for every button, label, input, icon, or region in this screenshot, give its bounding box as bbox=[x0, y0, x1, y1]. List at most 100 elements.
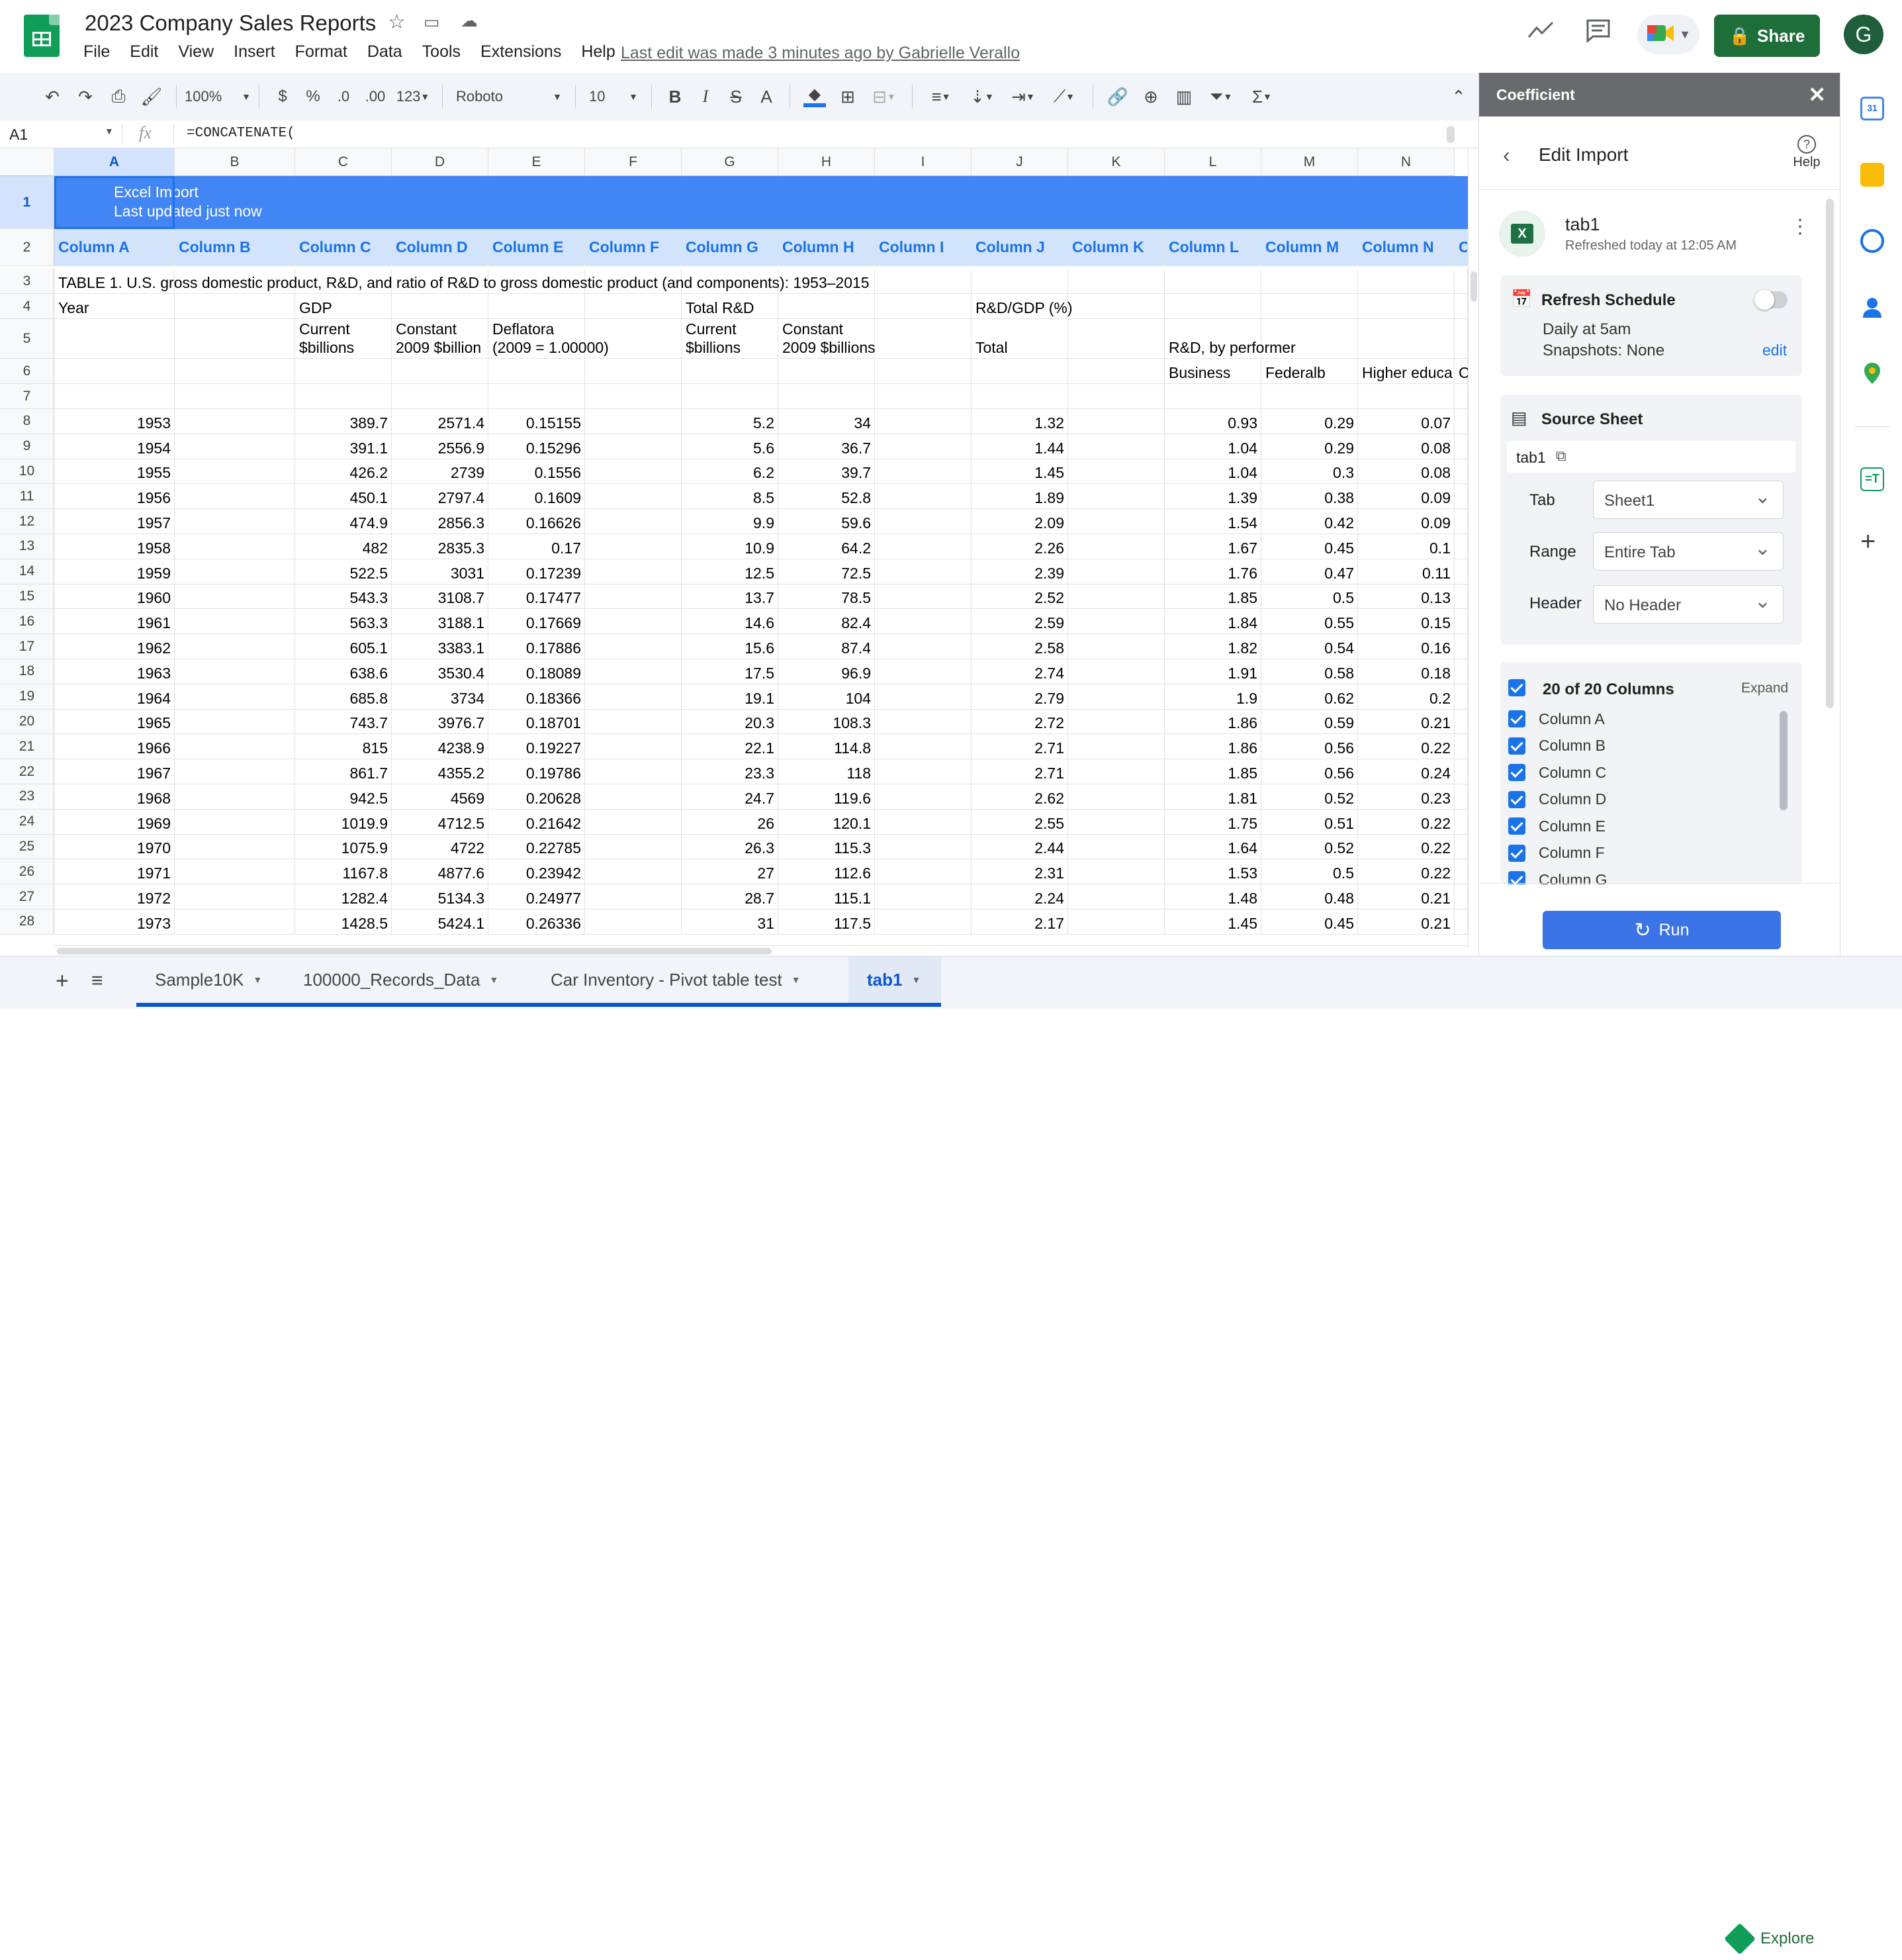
data-cell[interactable]: 0.17239 bbox=[488, 559, 585, 584]
data-cell[interactable]: 36.7 bbox=[778, 434, 875, 459]
deflator-cell[interactable]: Deflatora (2009 = 1.00000) bbox=[488, 319, 680, 359]
row-header-13[interactable]: 13 bbox=[0, 534, 54, 559]
data-cell[interactable]: 104 bbox=[778, 684, 875, 710]
data-cell[interactable]: 1.64 bbox=[1165, 835, 1261, 860]
data-cell[interactable]: 64.2 bbox=[778, 534, 875, 559]
star-icon[interactable]: ☆ bbox=[388, 11, 406, 34]
grid-cell[interactable] bbox=[875, 910, 972, 935]
grid-cell[interactable] bbox=[1165, 294, 1261, 319]
data-cell[interactable]: 1.39 bbox=[1165, 484, 1261, 509]
row-header-14[interactable]: 14 bbox=[0, 559, 54, 584]
row-header-3[interactable]: 3 bbox=[0, 269, 54, 294]
menu-edit[interactable]: Edit bbox=[130, 42, 166, 66]
add-sheet-icon[interactable]: + bbox=[56, 968, 69, 994]
header-cell[interactable]: Column A bbox=[54, 229, 175, 266]
grid-cell[interactable] bbox=[1261, 269, 1358, 294]
header-cell[interactable]: Column K bbox=[1068, 229, 1165, 266]
data-cell[interactable]: 5.2 bbox=[682, 409, 778, 434]
data-cell[interactable]: 1968 bbox=[54, 784, 175, 810]
data-cell[interactable]: 0.5 bbox=[1261, 584, 1358, 610]
data-cell[interactable]: 0.38 bbox=[1261, 484, 1358, 509]
grid-cell[interactable] bbox=[1455, 634, 1468, 659]
data-cell[interactable]: 8.5 bbox=[682, 484, 778, 509]
percent-format-button[interactable]: % bbox=[298, 80, 328, 113]
grid-cell[interactable] bbox=[1455, 534, 1468, 559]
grid-cell[interactable] bbox=[585, 884, 682, 910]
data-cell[interactable]: 1.86 bbox=[1165, 734, 1261, 759]
data-cell[interactable]: 4877.6 bbox=[392, 859, 488, 884]
more-options-icon[interactable]: ⋮ bbox=[1790, 217, 1810, 237]
data-cell[interactable]: 0.23942 bbox=[488, 859, 585, 884]
data-cell[interactable]: 82.4 bbox=[778, 609, 875, 634]
column-header-f[interactable]: F bbox=[585, 148, 682, 176]
column-checkbox[interactable] bbox=[1508, 764, 1525, 782]
data-cell[interactable]: 2835.3 bbox=[392, 534, 488, 559]
data-cell[interactable]: 1.82 bbox=[1165, 634, 1261, 659]
data-cell[interactable]: 120.1 bbox=[778, 810, 875, 835]
data-cell[interactable]: 1167.8 bbox=[295, 859, 392, 884]
data-cell[interactable]: 0.22 bbox=[1358, 810, 1455, 835]
column-header-c[interactable]: C bbox=[295, 148, 392, 176]
header-cell[interactable]: Column E bbox=[488, 229, 585, 266]
column-header-l[interactable]: L bbox=[1165, 148, 1261, 176]
data-cell[interactable]: 3383.1 bbox=[392, 634, 488, 659]
row-header-12[interactable]: 12 bbox=[0, 509, 54, 534]
data-cell[interactable]: 474.9 bbox=[295, 509, 392, 534]
column-list-scroll-thumb[interactable] bbox=[1780, 711, 1788, 810]
data-cell[interactable]: 1282.4 bbox=[295, 884, 392, 910]
row-header-16[interactable]: 16 bbox=[0, 609, 54, 635]
data-cell[interactable]: 0.22785 bbox=[488, 835, 585, 860]
horizontal-scrollbar[interactable] bbox=[54, 945, 1468, 956]
vertical-align-icon[interactable]: ⇣ ▼ bbox=[962, 80, 1003, 113]
row-header-28[interactable]: 28 bbox=[0, 910, 54, 935]
select-all-columns-checkbox[interactable] bbox=[1508, 679, 1525, 700]
header-select[interactable]: No Header bbox=[1593, 585, 1784, 624]
data-cell[interactable]: 1.81 bbox=[1165, 784, 1261, 810]
document-title[interactable]: 2023 Company Sales Reports bbox=[85, 11, 376, 36]
data-cell[interactable]: 2.17 bbox=[972, 910, 1068, 935]
menu-extensions[interactable]: Extensions bbox=[480, 42, 569, 66]
data-cell[interactable]: 2856.3 bbox=[392, 509, 488, 534]
text-rotation-icon[interactable]: ⟋ ▼ bbox=[1044, 80, 1085, 113]
data-cell[interactable]: 0.16626 bbox=[488, 509, 585, 534]
data-cell[interactable]: 0.42 bbox=[1261, 509, 1358, 534]
data-cell[interactable]: 2.09 bbox=[972, 509, 1068, 534]
print-icon[interactable]: ⎙ bbox=[102, 80, 135, 113]
grid-cell[interactable] bbox=[778, 294, 875, 319]
grid-cell[interactable] bbox=[1455, 319, 1468, 359]
tab-select[interactable]: Sheet1 bbox=[1593, 481, 1784, 519]
data-cell[interactable]: 0.45 bbox=[1261, 534, 1358, 559]
grid-cell[interactable] bbox=[1455, 409, 1468, 434]
formula-input[interactable]: =CONCATENATE( bbox=[187, 126, 295, 141]
data-cell[interactable]: 31 bbox=[682, 910, 778, 935]
row-header-15[interactable]: 15 bbox=[0, 584, 54, 610]
grid-cell[interactable] bbox=[1358, 269, 1455, 294]
data-cell[interactable]: 4355.2 bbox=[392, 759, 488, 784]
column-header-k[interactable]: K bbox=[1068, 148, 1165, 176]
data-cell[interactable]: 1428.5 bbox=[295, 910, 392, 935]
grid-cell[interactable] bbox=[875, 559, 972, 584]
header-cell[interactable]: C bbox=[1455, 229, 1468, 266]
data-cell[interactable]: 1.86 bbox=[1165, 710, 1261, 735]
data-cell[interactable]: 0.13 bbox=[1358, 584, 1455, 610]
data-cell[interactable]: 1954 bbox=[54, 434, 175, 459]
row-header-19[interactable]: 19 bbox=[0, 684, 54, 710]
data-cell[interactable]: 3530.4 bbox=[392, 659, 488, 684]
grid-cell[interactable] bbox=[1068, 384, 1165, 409]
column-header-i[interactable]: I bbox=[875, 148, 972, 176]
data-cell[interactable]: 12.5 bbox=[682, 559, 778, 584]
grid-cell[interactable] bbox=[1068, 734, 1165, 760]
grid-cell[interactable] bbox=[585, 509, 682, 534]
grid-cell[interactable] bbox=[875, 584, 972, 610]
column-option[interactable]: Column C bbox=[1508, 759, 1786, 786]
data-cell[interactable]: 0.21 bbox=[1358, 710, 1455, 735]
grid-cell[interactable] bbox=[585, 809, 682, 835]
data-cell[interactable]: 112.6 bbox=[778, 859, 875, 884]
grid-cell[interactable] bbox=[875, 884, 972, 910]
data-cell[interactable]: 52.8 bbox=[778, 484, 875, 509]
data-cell[interactable]: 19.1 bbox=[682, 684, 778, 710]
import-banner[interactable]: Excel Import Last updated just now bbox=[54, 176, 1468, 229]
grid-cell[interactable] bbox=[875, 294, 972, 319]
text-color-icon[interactable]: A bbox=[751, 80, 782, 113]
header-cell[interactable]: Column J bbox=[972, 229, 1068, 266]
